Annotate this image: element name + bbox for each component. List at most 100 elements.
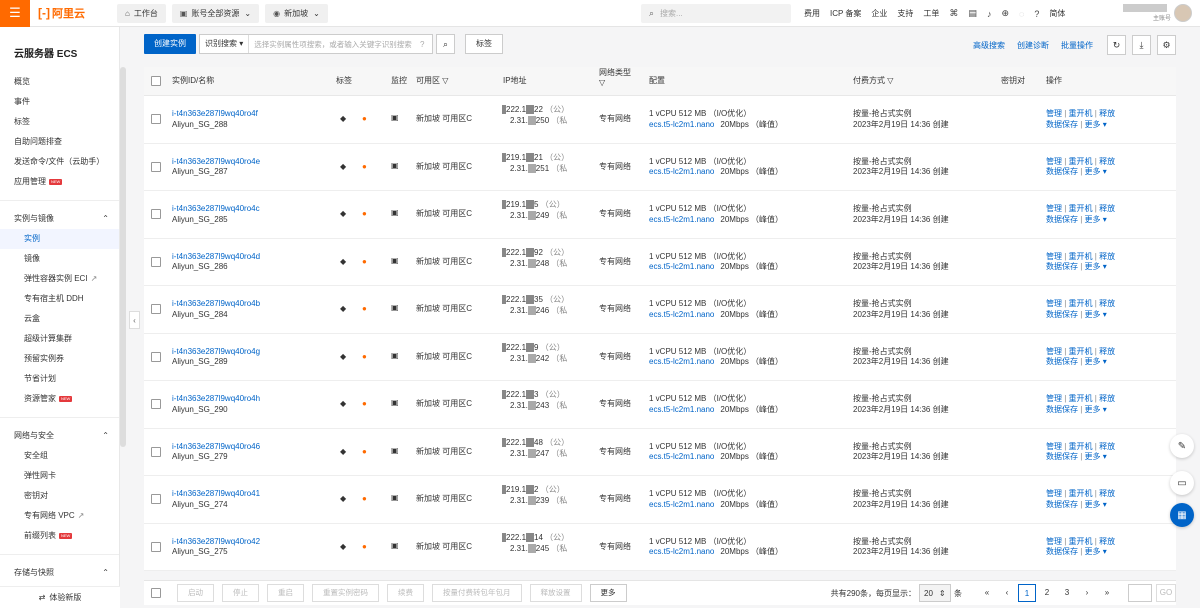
row-checkbox[interactable] <box>151 494 161 505</box>
monitor-icon[interactable]: ▣ <box>391 398 399 409</box>
instance-id-link[interactable]: i-t4n363e287l9wq40ro4b <box>172 299 260 310</box>
release-link[interactable]: 释放 <box>1099 299 1115 308</box>
release-link[interactable]: 释放 <box>1099 394 1115 403</box>
footer-action-button[interactable]: 释放设置 <box>529 584 582 602</box>
instance-type-link[interactable]: ecs.t5-lc2m1.nano <box>649 452 714 461</box>
global-search-input[interactable]: ⌕ 搜索... <box>641 4 791 23</box>
collapse-sidebar-icon[interactable]: ‹ <box>129 311 140 329</box>
sidebar-item[interactable]: 资源管家 NEW <box>0 389 119 409</box>
last-page-button[interactable]: » <box>1098 584 1116 602</box>
manage-link[interactable]: 管理 <box>1046 537 1062 546</box>
more-dropdown[interactable]: 更多 ▾ <box>1085 405 1107 414</box>
instance-type-link[interactable]: ecs.t5-lc2m1.nano <box>649 405 714 414</box>
instance-type-link[interactable]: ecs.t5-lc2m1.nano <box>649 357 714 366</box>
release-link[interactable]: 释放 <box>1099 489 1115 498</box>
page-size-select[interactable]: 20 ⇕ <box>919 584 951 602</box>
data-save-link[interactable]: 数据保存 <box>1046 310 1078 319</box>
col-net-type[interactable]: 网络类型 ▽ <box>599 68 631 88</box>
alarm-icon[interactable]: ● <box>362 257 367 268</box>
search-button[interactable]: ⌕ <box>436 34 455 54</box>
manage-link[interactable]: 管理 <box>1046 394 1062 403</box>
restart-link[interactable]: 重开机 <box>1069 347 1093 356</box>
more-dropdown[interactable]: 更多 ▾ <box>1085 120 1107 129</box>
page-1[interactable]: 1 <box>1018 584 1036 602</box>
instance-id-link[interactable]: i-t4n363e287l9wq40ro41 <box>172 489 260 500</box>
sidebar-group-storage[interactable]: 存储与快照 ⌃ <box>0 563 119 583</box>
restart-link[interactable]: 重开机 <box>1069 109 1093 118</box>
sidebar-item[interactable]: 标签 <box>0 112 119 132</box>
restart-link[interactable]: 重开机 <box>1069 537 1093 546</box>
more-dropdown[interactable]: 更多 ▾ <box>1085 310 1107 319</box>
instance-type-link[interactable]: ecs.t5-lc2m1.nano <box>649 120 714 129</box>
data-save-link[interactable]: 数据保存 <box>1046 167 1078 176</box>
sidebar-group-instances[interactable]: 实例与镜像 ⌃ <box>0 209 119 229</box>
footer-action-button[interactable]: 更多 <box>589 584 627 602</box>
data-save-link[interactable]: 数据保存 <box>1046 452 1078 461</box>
sidebar-item[interactable]: 应用管理 NEW <box>0 172 119 192</box>
alarm-icon[interactable]: ● <box>362 209 367 220</box>
restart-link[interactable]: 重开机 <box>1069 204 1093 213</box>
restart-link[interactable]: 重开机 <box>1069 394 1093 403</box>
sidebar-item[interactable]: 预留实例券 <box>0 349 119 369</box>
account-scope-select[interactable]: ▣ 账号全部资源 ⌄ <box>171 3 260 23</box>
footer-action-button[interactable]: 启动 <box>177 584 214 602</box>
manage-link[interactable]: 管理 <box>1046 204 1062 213</box>
advanced-search-link[interactable]: 高级搜索 <box>973 40 1005 51</box>
sidebar-item[interactable]: 概览 <box>0 72 119 92</box>
release-link[interactable]: 释放 <box>1099 347 1115 356</box>
manage-link[interactable]: 管理 <box>1046 442 1062 451</box>
manage-link[interactable]: 管理 <box>1046 157 1062 166</box>
row-checkbox[interactable] <box>151 209 161 220</box>
prev-page-button[interactable]: ‹ <box>998 584 1016 602</box>
batch-operation-link[interactable]: 批量操作 <box>1061 40 1093 51</box>
chat-float-icon[interactable]: ▭ <box>1170 471 1194 495</box>
tag-icon[interactable]: ◆ <box>340 304 346 315</box>
alarm-icon[interactable]: ● <box>362 494 367 505</box>
sidebar-item[interactable]: 超级计算集群 <box>0 329 119 349</box>
restart-link[interactable]: 重开机 <box>1069 299 1093 308</box>
tag-icon[interactable]: ◆ <box>340 399 346 410</box>
avatar[interactable] <box>1174 4 1192 22</box>
go-button[interactable]: GO <box>1156 584 1176 602</box>
instance-id-link[interactable]: i-t4n363e287l9wq40ro4d <box>172 252 260 263</box>
instance-type-link[interactable]: ecs.t5-lc2m1.nano <box>649 310 714 319</box>
instance-id-link[interactable]: i-t4n363e287l9wq40ro4g <box>172 347 260 358</box>
monitor-icon[interactable]: ▣ <box>391 541 399 552</box>
sidebar-scrollbar[interactable] <box>120 67 126 447</box>
sidebar-item[interactable]: 发送命令/文件（云助手） <box>0 152 119 172</box>
release-link[interactable]: 释放 <box>1099 157 1115 166</box>
alarm-icon[interactable]: ● <box>362 352 367 363</box>
row-checkbox[interactable] <box>151 304 161 315</box>
filter-icon[interactable]: ▽ <box>887 76 893 85</box>
tag-icon[interactable]: ◆ <box>340 114 346 125</box>
sidebar-item[interactable]: 云盒 <box>0 309 119 329</box>
instance-search[interactable]: 识别搜索 ▾ 选择实例属性项搜索，或者输入关键字识别搜索 ? <box>199 34 433 54</box>
alarm-icon[interactable]: ● <box>362 304 367 315</box>
instance-type-link[interactable]: ecs.t5-lc2m1.nano <box>649 167 714 176</box>
instance-id-link[interactable]: i-t4n363e287l9wq40ro46 <box>172 442 260 453</box>
restart-link[interactable]: 重开机 <box>1069 157 1093 166</box>
footer-action-button[interactable]: 按量付费转包年包月 <box>432 584 522 602</box>
data-save-link[interactable]: 数据保存 <box>1046 215 1078 224</box>
next-page-button[interactable]: › <box>1078 584 1096 602</box>
footer-action-button[interactable]: 重置实例密码 <box>312 584 379 602</box>
menu-icon[interactable]: ☰ <box>0 0 30 27</box>
release-link[interactable]: 释放 <box>1099 442 1115 451</box>
cloud-shell-icon[interactable]: ⌘ <box>949 8 958 19</box>
data-save-link[interactable]: 数据保存 <box>1046 357 1078 366</box>
instance-id-link[interactable]: i-t4n363e287l9wq40ro4c <box>172 204 260 215</box>
region-select[interactable]: ◉ 新加坡 ⌄ <box>265 3 328 23</box>
language-select[interactable]: 简体 <box>1049 8 1065 19</box>
more-dropdown[interactable]: 更多 ▾ <box>1085 547 1107 556</box>
page-jump-input[interactable] <box>1128 584 1152 602</box>
sidebar-item[interactable]: 专有宿主机 DDH <box>0 289 119 309</box>
sidebar-item[interactable]: 事件 <box>0 92 119 112</box>
nav-link-billing[interactable]: 费用 <box>804 8 820 19</box>
tag-icon[interactable]: ◆ <box>340 257 346 268</box>
col-zone[interactable]: 可用区 ▽ <box>416 76 448 87</box>
nav-link-enterprise[interactable]: 企业 <box>871 8 887 19</box>
sidebar-item[interactable]: 安全组 <box>0 446 119 466</box>
instance-type-link[interactable]: ecs.t5-lc2m1.nano <box>649 547 714 556</box>
instance-id-link[interactable]: i-t4n363e287l9wq40ro4f <box>172 109 258 120</box>
tag-icon[interactable]: ◆ <box>340 352 346 363</box>
